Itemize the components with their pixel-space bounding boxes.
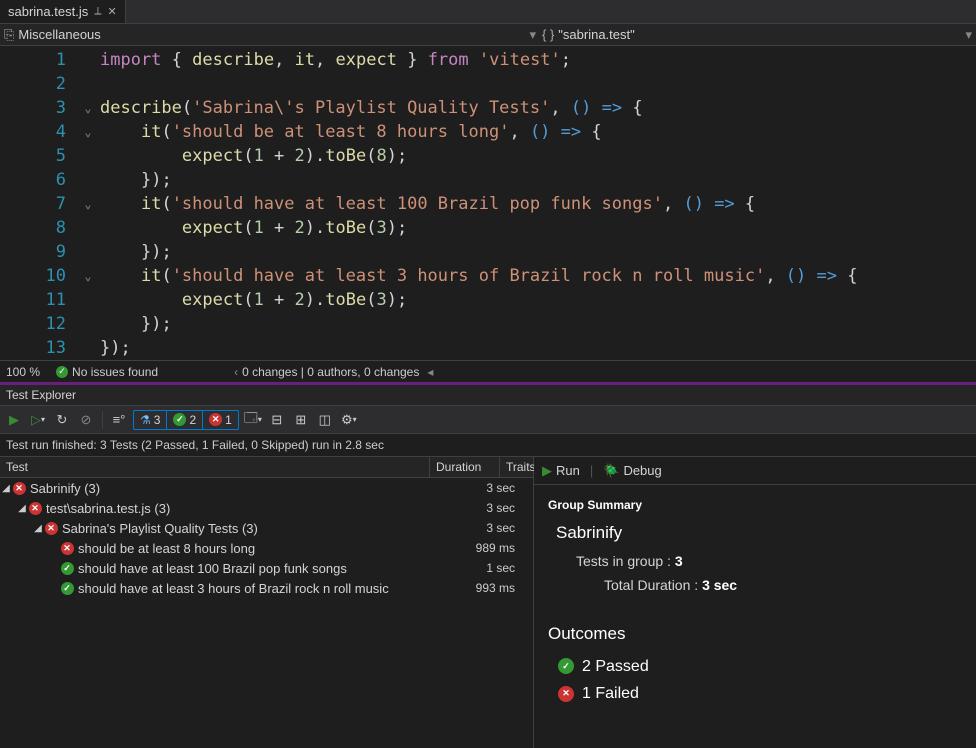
fold-column[interactable]: ⌄⌄⌄⌄ [76, 46, 100, 360]
nav-mid-caret[interactable]: ▾ [529, 27, 536, 43]
detail-run-button[interactable]: ▶ Run [542, 463, 580, 479]
repeat-button[interactable]: ↻ [52, 410, 72, 430]
fail-icon [558, 686, 574, 702]
total-duration-row: Total Duration : 3 sec [548, 574, 962, 598]
results-tree-pane: Test Duration Traits ◢Sabrinify (3)3 sec… [0, 457, 534, 748]
run-summary: Test run finished: 3 Tests (2 Passed, 1 … [0, 434, 976, 456]
view-button[interactable]: 🗔▾ [243, 410, 263, 430]
results-header: Test Duration Traits [0, 457, 533, 478]
col-test[interactable]: Test [0, 457, 430, 477]
fail-icon [209, 413, 222, 426]
nav-bar: ⎘ Miscellaneous ▾ { } "sabrina.test" ▾ [0, 24, 976, 46]
flask-icon: ⚗ [140, 413, 151, 427]
pass-icon [61, 562, 74, 575]
bug-icon: 🪲 [603, 463, 619, 479]
tree-label: test\sabrina.test.js (3) [42, 501, 463, 516]
tab-filename: sabrina.test.js [8, 4, 88, 19]
nav-scope-label: Miscellaneous [18, 27, 100, 42]
tree-label: Sabrina's Playlist Quality Tests (3) [58, 521, 463, 536]
tree-duration: 993 ms [463, 581, 533, 595]
tree-row[interactable]: should be at least 8 hours long989 ms [0, 538, 533, 558]
settings-button[interactable]: ⚙▾ [339, 410, 359, 430]
code-editor[interactable]: 12345678910111213 ⌄⌄⌄⌄ import { describe… [0, 46, 976, 360]
chevron-left-icon: ‹ [234, 365, 238, 379]
run-button[interactable]: ▷▾ [28, 410, 48, 430]
braces-icon: { } [542, 27, 554, 42]
playlist-button[interactable]: ≡° [109, 410, 129, 430]
tree-label: Sabrinify (3) [26, 481, 463, 496]
run-all-button[interactable]: ▶ [4, 410, 24, 430]
tree-duration: 3 sec [463, 521, 533, 535]
check-icon [56, 366, 68, 378]
zoom-level[interactable]: 100 % [6, 365, 40, 379]
col-duration[interactable]: Duration [430, 457, 500, 477]
expand-icon[interactable]: ◢ [0, 483, 12, 494]
detail-body: Group Summary Sabrinify Tests in group :… [534, 485, 976, 717]
play-icon: ▶ [542, 463, 552, 479]
detail-debug-button[interactable]: 🪲 Debug [603, 463, 662, 479]
tree-row[interactable]: should have at least 100 Brazil pop funk… [0, 558, 533, 578]
group-title: Sabrinify [548, 519, 962, 548]
code-area[interactable]: import { describe, it, expect } from 'vi… [100, 46, 858, 360]
group-summary-heading: Group Summary [548, 495, 962, 515]
columns-button[interactable]: ◫ [315, 410, 335, 430]
outcomes-section: Outcomes 2 Passed 1 Failed [548, 620, 962, 707]
fail-icon [45, 522, 58, 535]
pin-icon[interactable]: ⟂ [94, 5, 101, 18]
tree-row[interactable]: ◢ test\sabrina.test.js (3)3 sec [0, 498, 533, 518]
test-tree[interactable]: ◢Sabrinify (3)3 sec◢test\sabrina.test.js… [0, 478, 533, 748]
editor-status-bar: 100 % No issues found ‹ 0 changes | 0 au… [0, 360, 976, 382]
tree-duration: 1 sec [463, 561, 533, 575]
tests-in-group-row: Tests in group : 3 [548, 550, 962, 574]
filter-failed[interactable]: 1 [203, 411, 238, 429]
copy-icon: ⎘ [4, 27, 14, 43]
filter-pills: ⚗ 3 2 1 [133, 410, 239, 430]
expand-button[interactable]: ⊞ [291, 410, 311, 430]
fail-icon [61, 542, 74, 555]
close-icon[interactable]: ✕ [108, 5, 117, 18]
outcome-passed: 2 Passed [548, 653, 962, 680]
expand-icon[interactable]: ◢ [32, 523, 44, 534]
fail-icon [13, 482, 26, 495]
pass-icon [558, 658, 574, 674]
tree-duration: 989 ms [463, 541, 533, 555]
tree-row[interactable]: should have at least 3 hours of Brazil r… [0, 578, 533, 598]
nav-member-dropdown[interactable]: { } "sabrina.test" ▾ [542, 27, 972, 43]
filter-passed[interactable]: 2 [167, 411, 203, 429]
panel-title: Test Explorer [0, 385, 976, 406]
hierarchy-button[interactable]: ⊟ [267, 410, 287, 430]
tree-duration: 3 sec [463, 501, 533, 515]
issues-status[interactable]: No issues found [56, 365, 158, 379]
tree-label: should have at least 100 Brazil pop funk… [74, 561, 463, 576]
chevron-right-icon: ◂ [427, 365, 433, 379]
changes-status[interactable]: ‹ 0 changes | 0 authors, 0 changes ◂ [234, 365, 433, 379]
pass-icon [173, 413, 186, 426]
tree-row[interactable]: ◢ Sabrinify (3)3 sec [0, 478, 533, 498]
nav-right-caret: ▾ [965, 27, 972, 43]
tree-label: should be at least 8 hours long [74, 541, 463, 556]
nav-member-label: "sabrina.test" [558, 27, 634, 42]
filter-total[interactable]: ⚗ 3 [134, 411, 167, 429]
tab-bar: sabrina.test.js ⟂ ✕ [0, 0, 976, 24]
cancel-button[interactable]: ⊘ [76, 410, 96, 430]
outcomes-heading: Outcomes [548, 620, 962, 649]
tree-label: should have at least 3 hours of Brazil r… [74, 581, 463, 596]
detail-toolbar: ▶ Run | 🪲 Debug [534, 457, 976, 485]
line-number-gutter: 12345678910111213 [0, 46, 76, 360]
expand-icon[interactable]: ◢ [16, 503, 28, 514]
pass-icon [61, 582, 74, 595]
test-explorer-toolbar: ▶ ▷▾ ↻ ⊘ ≡° ⚗ 3 2 1 🗔▾ ⊟ ⊞ ◫ ⚙▾ [0, 406, 976, 434]
fail-icon [29, 502, 42, 515]
nav-scope-dropdown[interactable]: ⎘ Miscellaneous [4, 27, 101, 43]
outcome-failed: 1 Failed [548, 680, 962, 707]
results-pane: Test Duration Traits ◢Sabrinify (3)3 sec… [0, 456, 976, 748]
editor-tab[interactable]: sabrina.test.js ⟂ ✕ [0, 0, 126, 23]
detail-pane: ▶ Run | 🪲 Debug Group Summary Sabrinify … [534, 457, 976, 748]
tree-row[interactable]: ◢ Sabrina's Playlist Quality Tests (3)3 s… [0, 518, 533, 538]
tree-duration: 3 sec [463, 481, 533, 495]
